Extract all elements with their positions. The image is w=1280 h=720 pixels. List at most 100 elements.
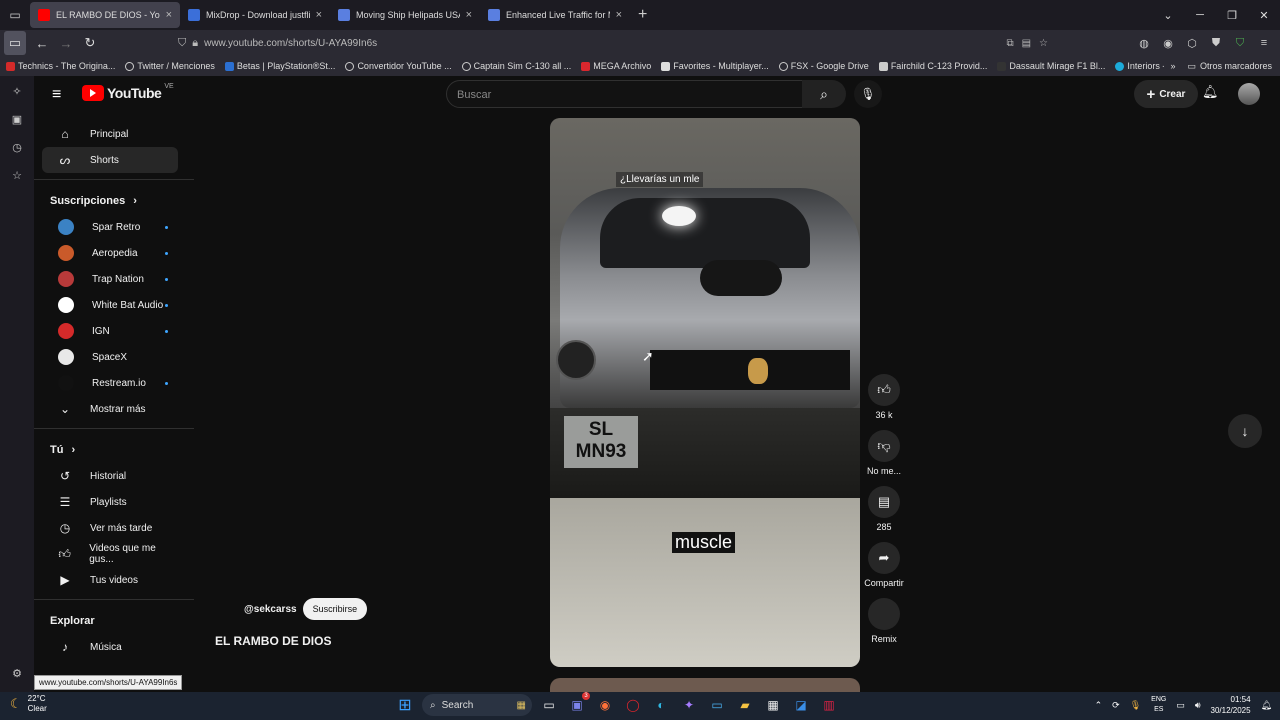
next-short-button[interactable]: ↓: [1228, 414, 1262, 448]
youtube-logo[interactable]: YouTube VE: [82, 83, 174, 101]
nav-principal[interactable]: ⌂ Principal: [42, 121, 178, 147]
notification-center-icon[interactable]: 🔔︎: [1261, 700, 1272, 711]
close-tab-icon[interactable]: ×: [466, 9, 472, 21]
other-bookmarks[interactable]: » ▭ Otros marcadores: [1164, 56, 1272, 76]
menu-icon[interactable]: ≡: [1254, 32, 1274, 54]
copilot-icon[interactable]: ✦: [678, 694, 700, 716]
clock[interactable]: 01:54 30/12/2025: [1211, 694, 1251, 716]
speaker-icon[interactable]: 🔊︎: [1195, 700, 1201, 711]
list-tabs-icon[interactable]: ⌄: [1152, 0, 1184, 30]
language-indicator[interactable]: ENG ES: [1151, 695, 1166, 715]
extension-vpn-icon[interactable]: ◉: [1158, 32, 1178, 54]
opera-icon[interactable]: ◯: [622, 694, 644, 716]
subscription-item[interactable]: White Bat Audio: [42, 292, 178, 318]
tab-overview-icon[interactable]: ▭: [0, 0, 30, 30]
show-more-button[interactable]: ⌄ Mostrar más: [42, 396, 178, 422]
firefox-icon[interactable]: ◉: [594, 694, 616, 716]
nav-liked-videos[interactable]: 👍︎ Videos que me gus...: [42, 541, 178, 567]
forward-icon[interactable]: →: [54, 31, 78, 55]
extension-globe-icon[interactable]: ◍: [1134, 32, 1154, 54]
channel-handle[interactable]: @sekcarss: [244, 604, 297, 615]
share-button[interactable]: ➦ Compartir: [864, 542, 904, 592]
shield-icon[interactable]: ⛉: [178, 37, 186, 50]
tab-mixdrop[interactable]: MixDrop - Download justflight- ×: [180, 2, 330, 28]
subscriptions-header[interactable]: Suscripciones ›: [34, 188, 194, 214]
bookmark-item[interactable]: Twitter / Menciones: [125, 61, 215, 71]
tab-youtube[interactable]: EL RAMBO DE DIOS - YouTube ×: [30, 2, 180, 28]
sidebar-toggle-icon[interactable]: ▭: [4, 31, 26, 55]
tab-ship-helipads[interactable]: Moving Ship Helipads USA/Eur ×: [330, 2, 480, 28]
subscription-item[interactable]: Trap Nation: [42, 266, 178, 292]
extension-shield-icon[interactable]: ⛊: [1206, 32, 1226, 54]
close-window-icon[interactable]: ✕: [1248, 0, 1280, 30]
short-video-player[interactable]: SL MN93 ¿Llevarías un mle muscle: [550, 118, 860, 667]
extensions-icon[interactable]: ⬡: [1182, 32, 1202, 54]
bookmark-item[interactable]: Dassault Mirage F1 Bl...: [997, 61, 1105, 71]
nav-your-videos[interactable]: ▶ Tus videos: [42, 567, 178, 593]
tab-live-traffic[interactable]: Enhanced Live Traffic for Micros ×: [480, 2, 630, 28]
search-input[interactable]: Buscar: [446, 80, 804, 108]
lock-icon[interactable]: 🔒︎: [192, 37, 198, 50]
remix-button[interactable]: Remix: [868, 598, 900, 648]
app-icon[interactable]: ▥: [818, 694, 840, 716]
file-explorer-icon[interactable]: ▰: [734, 694, 756, 716]
nav-music[interactable]: ♪ Música: [42, 634, 178, 660]
bookmark-item[interactable]: Betas | PlayStation®St...: [224, 61, 335, 71]
notifications-bell-icon[interactable]: 🔔︎: [1202, 84, 1219, 100]
subscription-item[interactable]: Aeropedia: [42, 240, 178, 266]
dislike-button[interactable]: 👎︎ No me...: [867, 430, 901, 480]
outlook-icon[interactable]: ◪: [790, 694, 812, 716]
remote-desktop-icon[interactable]: ▭: [706, 694, 728, 716]
bookmark-item[interactable]: Technics - The Origina...: [6, 61, 115, 71]
bookmark-item[interactable]: Fairchild C-123 Provid...: [878, 61, 987, 71]
nav-playlists[interactable]: ☰ Playlists: [42, 489, 178, 515]
hamburger-menu-icon[interactable]: ≡: [52, 86, 61, 104]
synced-tabs-icon[interactable]: ▣: [7, 110, 27, 128]
address-bar[interactable]: ⛉ 🔒︎ www.youtube.com/shorts/U-AYA99In6s …: [178, 32, 1048, 54]
nav-shorts[interactable]: ᔕ Shorts: [42, 147, 178, 173]
ai-assistant-icon[interactable]: ✧: [7, 82, 27, 100]
chevron-up-icon[interactable]: ⌃: [1095, 700, 1103, 711]
new-tab-button[interactable]: +: [630, 6, 655, 24]
gear-icon[interactable]: ⚙: [7, 664, 27, 682]
picture-in-picture-icon[interactable]: ⧉: [1006, 38, 1013, 49]
search-button[interactable]: ⌕: [802, 80, 846, 108]
nav-historial[interactable]: ↺ Historial: [42, 463, 178, 489]
close-tab-icon[interactable]: ×: [166, 9, 172, 21]
teams-icon[interactable]: ▣ 3: [566, 692, 590, 716]
reader-view-icon[interactable]: ▤: [1022, 38, 1031, 49]
nav-watch-later[interactable]: ◷ Ver más tarde: [42, 515, 178, 541]
weather-widget[interactable]: ☾ 22°C Clear: [10, 694, 47, 714]
bookmark-item[interactable]: FSX - Google Drive: [778, 61, 869, 71]
close-tab-icon[interactable]: ×: [316, 9, 322, 21]
taskbar-search[interactable]: ⌕ Search ▦: [422, 694, 532, 716]
back-icon[interactable]: ←: [30, 31, 54, 55]
you-header[interactable]: Tú ›: [34, 437, 194, 463]
bookmark-item[interactable]: Convertidor YouTube ...: [345, 61, 452, 71]
comments-button[interactable]: ▤ 285: [868, 486, 900, 536]
subscription-item[interactable]: Spar Retro: [42, 214, 178, 240]
windows-start-icon[interactable]: ⊞: [394, 694, 416, 716]
history-icon[interactable]: ◷: [7, 138, 27, 156]
subscription-item[interactable]: SpaceX: [42, 344, 178, 370]
network-icon[interactable]: ▭: [1176, 700, 1185, 711]
reload-icon[interactable]: ↻: [78, 31, 102, 55]
voice-search-button[interactable]: 🎙︎: [854, 80, 882, 108]
video-title[interactable]: EL RAMBO DE DIOS: [215, 634, 331, 648]
avatar[interactable]: [1238, 83, 1260, 105]
subscription-item[interactable]: IGN: [42, 318, 178, 344]
extension-guard-icon[interactable]: ⛉: [1230, 32, 1250, 54]
edge-icon[interactable]: ◐: [650, 694, 672, 716]
bookmark-item[interactable]: MEGA Archivo: [581, 61, 651, 71]
subscribe-button[interactable]: Suscribirse: [302, 598, 368, 620]
like-button[interactable]: 👍︎ 36 k: [868, 374, 900, 424]
task-view-icon[interactable]: ▭: [538, 694, 560, 716]
create-button[interactable]: + Crear: [1134, 80, 1198, 108]
bookmark-item[interactable]: Favorites - Multiplayer...: [661, 61, 769, 71]
maximize-icon[interactable]: ❐: [1216, 0, 1248, 30]
store-icon[interactable]: ▦: [762, 694, 784, 716]
url-text[interactable]: www.youtube.com/shorts/U-AYA99In6s: [204, 38, 377, 49]
microphone-icon[interactable]: 🎙︎: [1130, 700, 1141, 711]
chevron-right-icon[interactable]: »: [1170, 61, 1175, 71]
bookmarks-icon[interactable]: ☆: [7, 166, 27, 184]
